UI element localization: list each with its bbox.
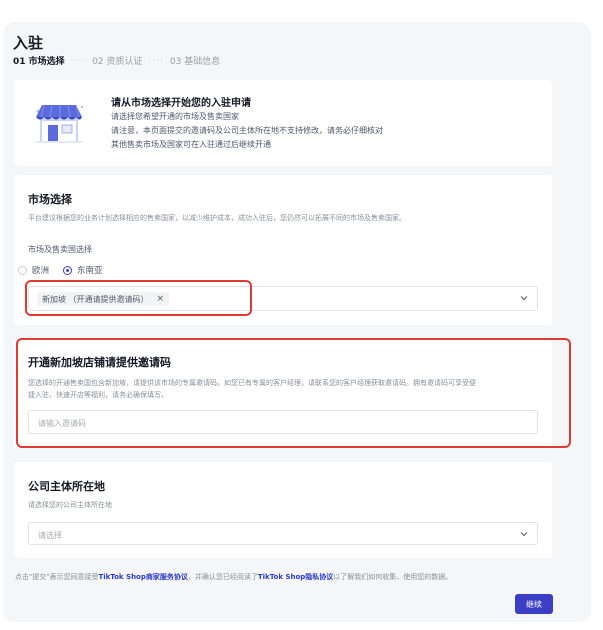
- company-section-desc: 请选择您的公司主体所在地: [28, 501, 112, 509]
- radio-europe[interactable]: 欧洲: [18, 264, 49, 276]
- market-section-title: 市场选择: [28, 193, 72, 206]
- page-title: 入驻: [13, 34, 44, 52]
- intro-line-3: 其他售卖市场及国家可在入驻通过后继续开通: [111, 140, 271, 149]
- company-location-placeholder: 请选择: [38, 531, 62, 540]
- radio-southeast-asia[interactable]: 东南亚: [63, 264, 103, 276]
- step-separator: ····: [70, 55, 87, 66]
- radio-circle[interactable]: [18, 265, 27, 275]
- step-market[interactable]: 01 市场选择: [13, 54, 65, 67]
- radio-europe-label: 欧洲: [32, 266, 50, 276]
- market-field-label: 市场及售卖国选择: [28, 245, 92, 254]
- highlight-annotation: [16, 338, 571, 448]
- company-location-select[interactable]: 请选择: [28, 522, 538, 545]
- step-basic-info: 03 基础信息: [169, 57, 221, 67]
- market-section-desc: 平台建议根据您的业务计划选择相应的售卖国家，以减少维护成本，成功入驻后，您仍然可…: [28, 214, 406, 222]
- highlight-annotation: [25, 280, 252, 316]
- intro-line-1: 请选择您希望开通的市场及售卖国家: [111, 112, 239, 121]
- agreement-mid: ，并确认您已经阅读了: [187, 573, 258, 581]
- step-qualification: 02 资质认证: [92, 57, 143, 67]
- company-section-title: 公司主体所在地: [28, 480, 105, 493]
- agreement-prefix: 点击"提交"表示您同意接受: [15, 573, 99, 581]
- intro-line-2: 请注意，本页面提交的邀请码及公司主体所在地不支持修改，请务必仔细核对: [111, 126, 383, 135]
- chevron-down-icon[interactable]: [520, 530, 528, 538]
- chevron-down-icon[interactable]: [520, 294, 528, 302]
- radio-southeast-asia-label: 东南亚: [77, 266, 103, 276]
- step-indicator: 01 市场选择 ···· 02 资质认证 ···· 03 基础信息: [13, 54, 221, 68]
- merchant-agreement-link[interactable]: TikTok Shop商家服务协议: [98, 573, 187, 581]
- intro-card: 请从市场选择开始您的入驻申请 请选择您希望开通的市场及售卖国家 请注意，本页面提…: [14, 80, 552, 166]
- privacy-policy-link[interactable]: TikTok Shop隐私协议: [258, 573, 333, 581]
- radio-circle-checked[interactable]: [63, 265, 73, 275]
- intro-title: 请从市场选择开始您的入驻申请: [111, 98, 251, 109]
- storefront-icon: [36, 104, 84, 143]
- agreement-suffix: 以了解我们如何收集、使用您的数据。: [333, 573, 453, 581]
- step-separator: ····: [148, 55, 164, 66]
- market-radio-group: 欧洲 东南亚: [18, 264, 117, 276]
- agreement-note: 点击"提交"表示您同意接受TikTok Shop商家服务协议，并确认您已经阅读了…: [15, 572, 452, 582]
- continue-button[interactable]: 继续: [515, 594, 553, 614]
